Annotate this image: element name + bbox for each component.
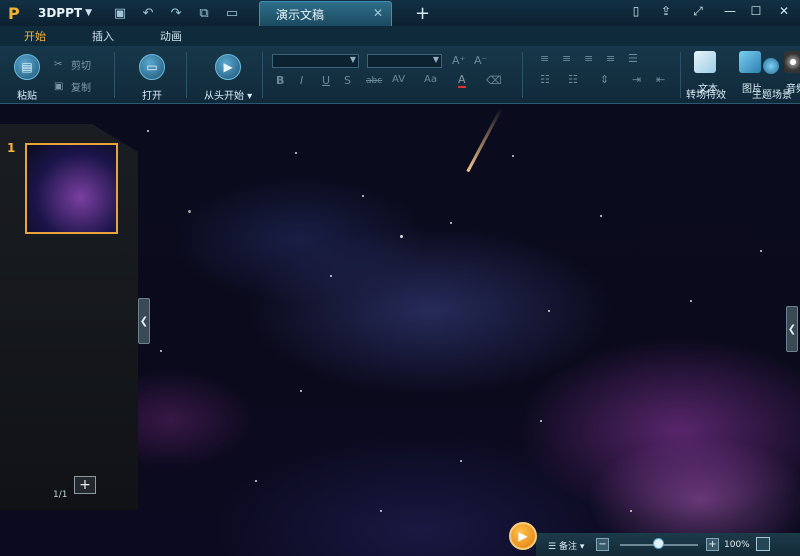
indent-icon[interactable]: ⇥ bbox=[632, 73, 641, 86]
bullets-icon[interactable]: ☷ bbox=[540, 73, 550, 86]
folder-icon[interactable]: ▭ bbox=[222, 4, 242, 22]
logo-icon: P bbox=[8, 3, 20, 23]
notes-button[interactable]: ☰ 备注 ▾ bbox=[548, 539, 584, 552]
justify-icon[interactable]: ≡ bbox=[606, 52, 615, 65]
outdent-icon[interactable]: ⇤ bbox=[656, 73, 665, 86]
shadow-button[interactable]: S bbox=[344, 74, 351, 87]
strikethrough-button[interactable]: abc bbox=[366, 76, 382, 86]
play-from-start-label: 从头开始 ▾ bbox=[204, 91, 253, 102]
italic-button[interactable]: I bbox=[300, 74, 303, 87]
open-button[interactable]: ▭ 打开 bbox=[139, 54, 165, 102]
slide-thumbnail[interactable] bbox=[25, 143, 118, 234]
tab-animation[interactable]: 动画 bbox=[152, 28, 190, 44]
paste-icon: ▤ bbox=[14, 54, 40, 80]
align-right-icon[interactable]: ≡ bbox=[584, 52, 593, 65]
ribbon-divider bbox=[186, 52, 187, 98]
shrink-font-button[interactable]: A⁻ bbox=[474, 54, 487, 67]
ribbon-divider bbox=[262, 52, 263, 98]
title-bar: P 3DPPT ▼ ▣ ↶ ↷ ⧉ ▭ bbox=[0, 0, 800, 26]
collapse-left-panel-icon[interactable]: ❮ bbox=[138, 298, 150, 344]
cut-label: 剪切 bbox=[71, 61, 91, 72]
redo-icon[interactable]: ↷ bbox=[166, 4, 186, 22]
app-window: P 3DPPT ▼ ▣ ↶ ↷ ⧉ ▭ 演示文稿 ✕ + ▯ ⇪ ⤢ — ☐ ✕… bbox=[0, 0, 800, 556]
copy-label: 复制 bbox=[71, 83, 91, 94]
play-slideshow-button[interactable]: ▶ bbox=[509, 522, 537, 550]
change-case-button[interactable]: Aa bbox=[424, 74, 437, 85]
line-spacing-icon[interactable]: ⇕ bbox=[600, 73, 609, 86]
transition-label[interactable]: 转场特效 bbox=[686, 86, 726, 101]
font-family-select[interactable]: ▼ bbox=[272, 54, 359, 68]
menu-tabs: 开始 插入 动画 bbox=[0, 26, 800, 46]
clear-format-icon[interactable]: ⌫ bbox=[486, 74, 502, 87]
undo-icon[interactable]: ↶ bbox=[138, 4, 158, 22]
slide-number: 1 bbox=[7, 141, 16, 155]
open-icon: ▭ bbox=[139, 54, 165, 80]
close-tab-icon[interactable]: ✕ bbox=[373, 6, 383, 20]
close-window-button[interactable]: ✕ bbox=[774, 4, 794, 18]
zoom-level: 100% bbox=[724, 540, 750, 550]
picture-icon[interactable] bbox=[739, 51, 761, 73]
new-slide-icon[interactable]: ⧉ bbox=[194, 4, 214, 22]
tab-insert[interactable]: 插入 bbox=[84, 28, 122, 44]
export-icon[interactable]: ⇪ bbox=[656, 4, 676, 18]
new-tab-button[interactable]: + bbox=[415, 3, 430, 24]
fit-window-icon[interactable] bbox=[756, 537, 770, 551]
font-size-select[interactable]: ▼ bbox=[367, 54, 442, 68]
open-label: 打开 bbox=[142, 91, 162, 102]
numbering-icon[interactable]: ☷ bbox=[568, 73, 578, 86]
align-left-icon[interactable]: ≡ bbox=[540, 52, 549, 65]
bold-button[interactable]: B bbox=[276, 74, 284, 87]
tab-home[interactable]: 开始 bbox=[16, 28, 54, 44]
cut-icon: ✂ bbox=[54, 58, 63, 70]
cut-button[interactable]: ✂ 剪切 bbox=[54, 57, 91, 73]
app-name[interactable]: 3DPPT bbox=[38, 6, 82, 20]
phone-icon[interactable]: ▯ bbox=[626, 4, 646, 18]
save-icon[interactable]: ▣ bbox=[110, 4, 130, 22]
tab-document[interactable]: 演示文稿 ✕ bbox=[259, 1, 392, 26]
zoom-out-button[interactable]: − bbox=[596, 538, 609, 551]
align-center-icon[interactable]: ≡ bbox=[562, 52, 571, 65]
copy-button[interactable]: ▣ 复制 bbox=[54, 79, 91, 95]
distribute-icon[interactable]: ☰ bbox=[628, 52, 638, 65]
fullscreen-icon[interactable]: ⤢ bbox=[688, 4, 708, 19]
play-from-start-button[interactable]: ▶ 从头开始 ▾ bbox=[204, 54, 252, 102]
slide-pager: 1/1 bbox=[53, 490, 68, 500]
zoom-slider-handle[interactable] bbox=[653, 538, 664, 549]
ribbon-divider bbox=[680, 52, 681, 98]
tab-title: 演示文稿 bbox=[276, 7, 325, 22]
char-spacing-button[interactable]: AV bbox=[392, 74, 405, 85]
audio-label[interactable]: 音频 bbox=[786, 80, 800, 95]
minimize-button[interactable]: — bbox=[720, 4, 740, 18]
audio-icon[interactable] bbox=[784, 51, 800, 73]
ribbon: ▤ 粘贴 ✂ 剪切 ▣ 复制 ▭ 打开 ▶ 从头开始 ▾ ▼ ▼ A⁺ A⁻ B I… bbox=[0, 46, 800, 104]
ribbon-divider bbox=[522, 52, 523, 98]
ribbon-divider bbox=[114, 52, 115, 98]
add-slide-button[interactable]: + bbox=[74, 476, 96, 494]
app-menu-caret-icon[interactable]: ▼ bbox=[85, 8, 92, 18]
zoom-in-button[interactable]: + bbox=[706, 538, 719, 551]
maximize-button[interactable]: ☐ bbox=[746, 4, 766, 18]
font-color-button[interactable]: A bbox=[458, 73, 466, 88]
theme-icon[interactable] bbox=[763, 58, 779, 74]
copy-icon: ▣ bbox=[54, 80, 64, 92]
grow-font-button[interactable]: A⁺ bbox=[452, 54, 465, 67]
collapse-right-panel-icon[interactable]: ❮ bbox=[786, 306, 798, 352]
paste-label: 粘贴 bbox=[17, 91, 37, 102]
paste-button[interactable]: ▤ 粘贴 bbox=[14, 54, 40, 102]
underline-button[interactable]: U bbox=[322, 74, 330, 87]
play-icon: ▶ bbox=[215, 54, 242, 80]
text-icon[interactable] bbox=[694, 51, 716, 73]
